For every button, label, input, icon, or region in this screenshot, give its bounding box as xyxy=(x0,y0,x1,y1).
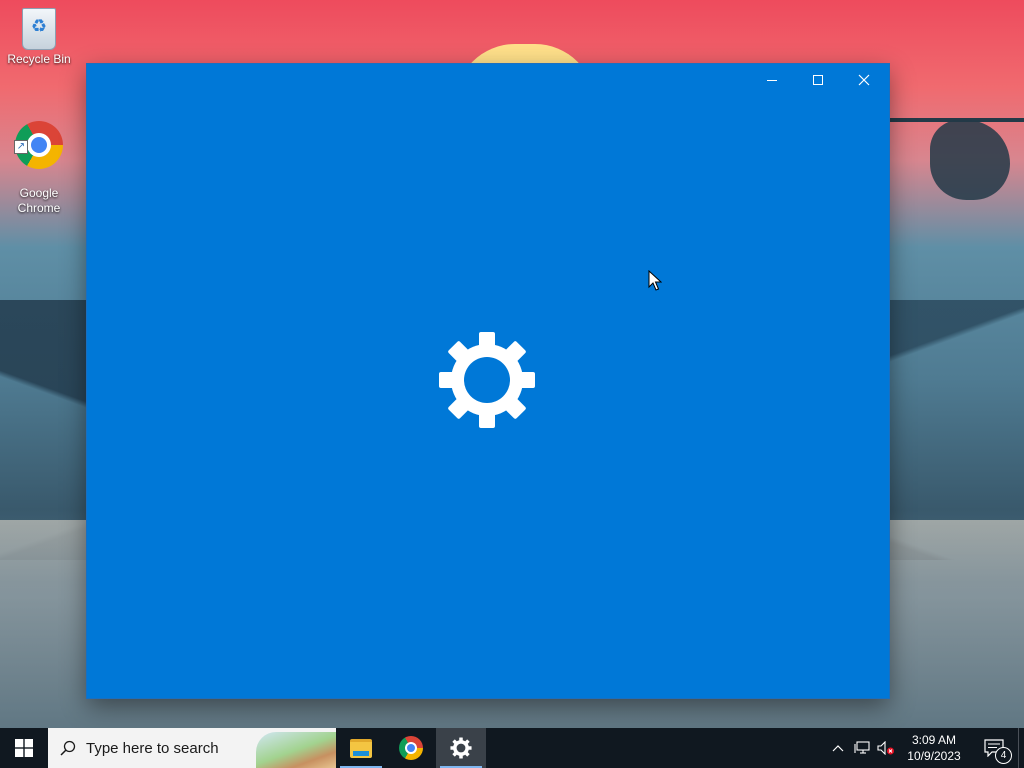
clock-time: 3:09 AM xyxy=(911,733,957,747)
shortcut-arrow-icon: ↗ xyxy=(14,140,28,154)
settings-window[interactable] xyxy=(87,64,889,698)
show-hidden-icons-button[interactable] xyxy=(826,728,850,768)
taskbar-settings[interactable] xyxy=(436,728,486,768)
maximize-button[interactable] xyxy=(795,64,841,96)
taskbar: Type here to search 3:09 AM 10/9/2023 4 xyxy=(0,728,1024,768)
desktop-icon-label: Google Chrome xyxy=(17,186,61,215)
settings-gear-icon xyxy=(439,332,535,428)
network-tray-button[interactable] xyxy=(850,728,874,768)
wallpaper-helicopter xyxy=(930,120,1010,200)
action-center-button[interactable]: 4 xyxy=(970,728,1018,768)
volume-tray-button[interactable] xyxy=(874,728,898,768)
network-icon xyxy=(854,741,870,754)
mouse-cursor-icon xyxy=(648,270,662,291)
search-icon xyxy=(60,740,76,756)
volume-muted-icon xyxy=(877,741,894,755)
chevron-up-icon xyxy=(832,745,844,752)
settings-gear-icon xyxy=(450,737,472,759)
recycle-bin-icon xyxy=(22,8,56,50)
minimize-icon xyxy=(767,80,777,81)
windows-logo-icon xyxy=(15,739,33,757)
notification-count-badge: 4 xyxy=(995,747,1012,764)
desktop-icon-label: Recycle Bin xyxy=(7,52,71,66)
desktop-icon-recycle-bin[interactable]: Recycle Bin xyxy=(1,8,77,67)
desktop-icon-google-chrome[interactable]: Google Chrome xyxy=(1,106,77,216)
file-explorer-icon xyxy=(350,738,372,758)
chrome-icon xyxy=(399,736,423,760)
show-desktop-button[interactable] xyxy=(1018,728,1024,768)
close-button[interactable] xyxy=(841,64,887,96)
maximize-icon xyxy=(813,75,823,85)
minimize-button[interactable] xyxy=(749,64,795,96)
taskbar-search-box[interactable]: Type here to search xyxy=(48,728,336,768)
search-placeholder: Type here to search xyxy=(86,739,219,757)
clock-date: 10/9/2023 xyxy=(907,749,961,763)
taskbar-file-explorer[interactable] xyxy=(336,728,386,768)
start-button[interactable] xyxy=(0,728,48,768)
taskbar-clock[interactable]: 3:09 AM 10/9/2023 xyxy=(898,732,970,764)
close-icon xyxy=(858,74,870,86)
search-highlight-illustration xyxy=(256,732,336,768)
taskbar-google-chrome[interactable] xyxy=(386,728,436,768)
